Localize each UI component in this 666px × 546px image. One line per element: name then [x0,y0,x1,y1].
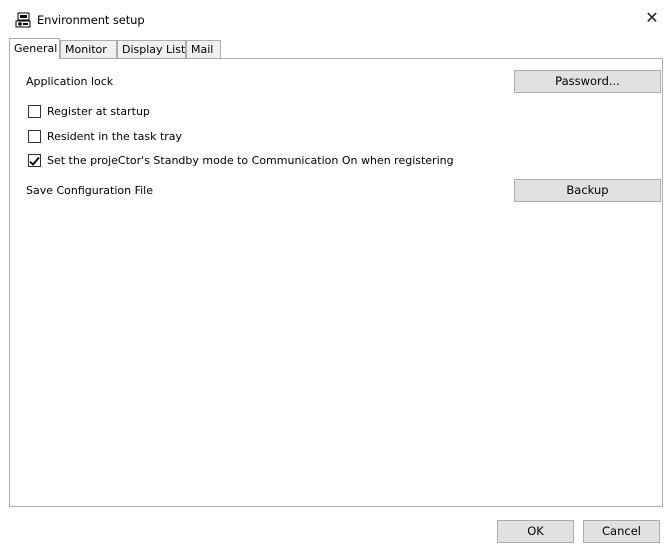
title-bar: Environment setup ✕ [0,0,666,36]
register-at-startup-label: Register at startup [47,105,150,118]
environment-setup-dialog: Environment setup ✕ General Monitor Disp… [0,0,666,546]
tab-label: Display List [122,43,186,56]
register-at-startup-checkbox[interactable] [28,105,41,118]
tab-display-list[interactable]: Display List [117,40,186,58]
ok-button[interactable]: OK [497,520,574,543]
resident-task-tray-label: Resident in the task tray [47,130,183,143]
tab-monitor[interactable]: Monitor [60,40,117,58]
save-config-label: Save Configuration File [26,184,153,197]
resident-task-tray-checkbox[interactable] [28,130,41,143]
password-button[interactable]: Password... [514,70,661,93]
close-icon[interactable]: ✕ [643,9,661,27]
standby-communication-checkbox[interactable] [28,154,41,167]
application-lock-label: Application lock [26,75,114,88]
backup-button[interactable]: Backup [514,179,661,202]
tab-general[interactable]: General [9,38,60,59]
projector-computer-icon [15,12,31,28]
tab-mail[interactable]: Mail [186,40,221,58]
tab-label: Monitor [65,43,107,56]
general-tab-panel: Application lock Password... Register at… [9,58,663,507]
cancel-button[interactable]: Cancel [583,520,660,543]
window-title: Environment setup [37,13,145,27]
tab-label: Mail [191,43,214,56]
standby-communication-label: Set the projeCtor's Standby mode to Comm… [47,154,454,167]
tab-label: General [14,42,58,55]
